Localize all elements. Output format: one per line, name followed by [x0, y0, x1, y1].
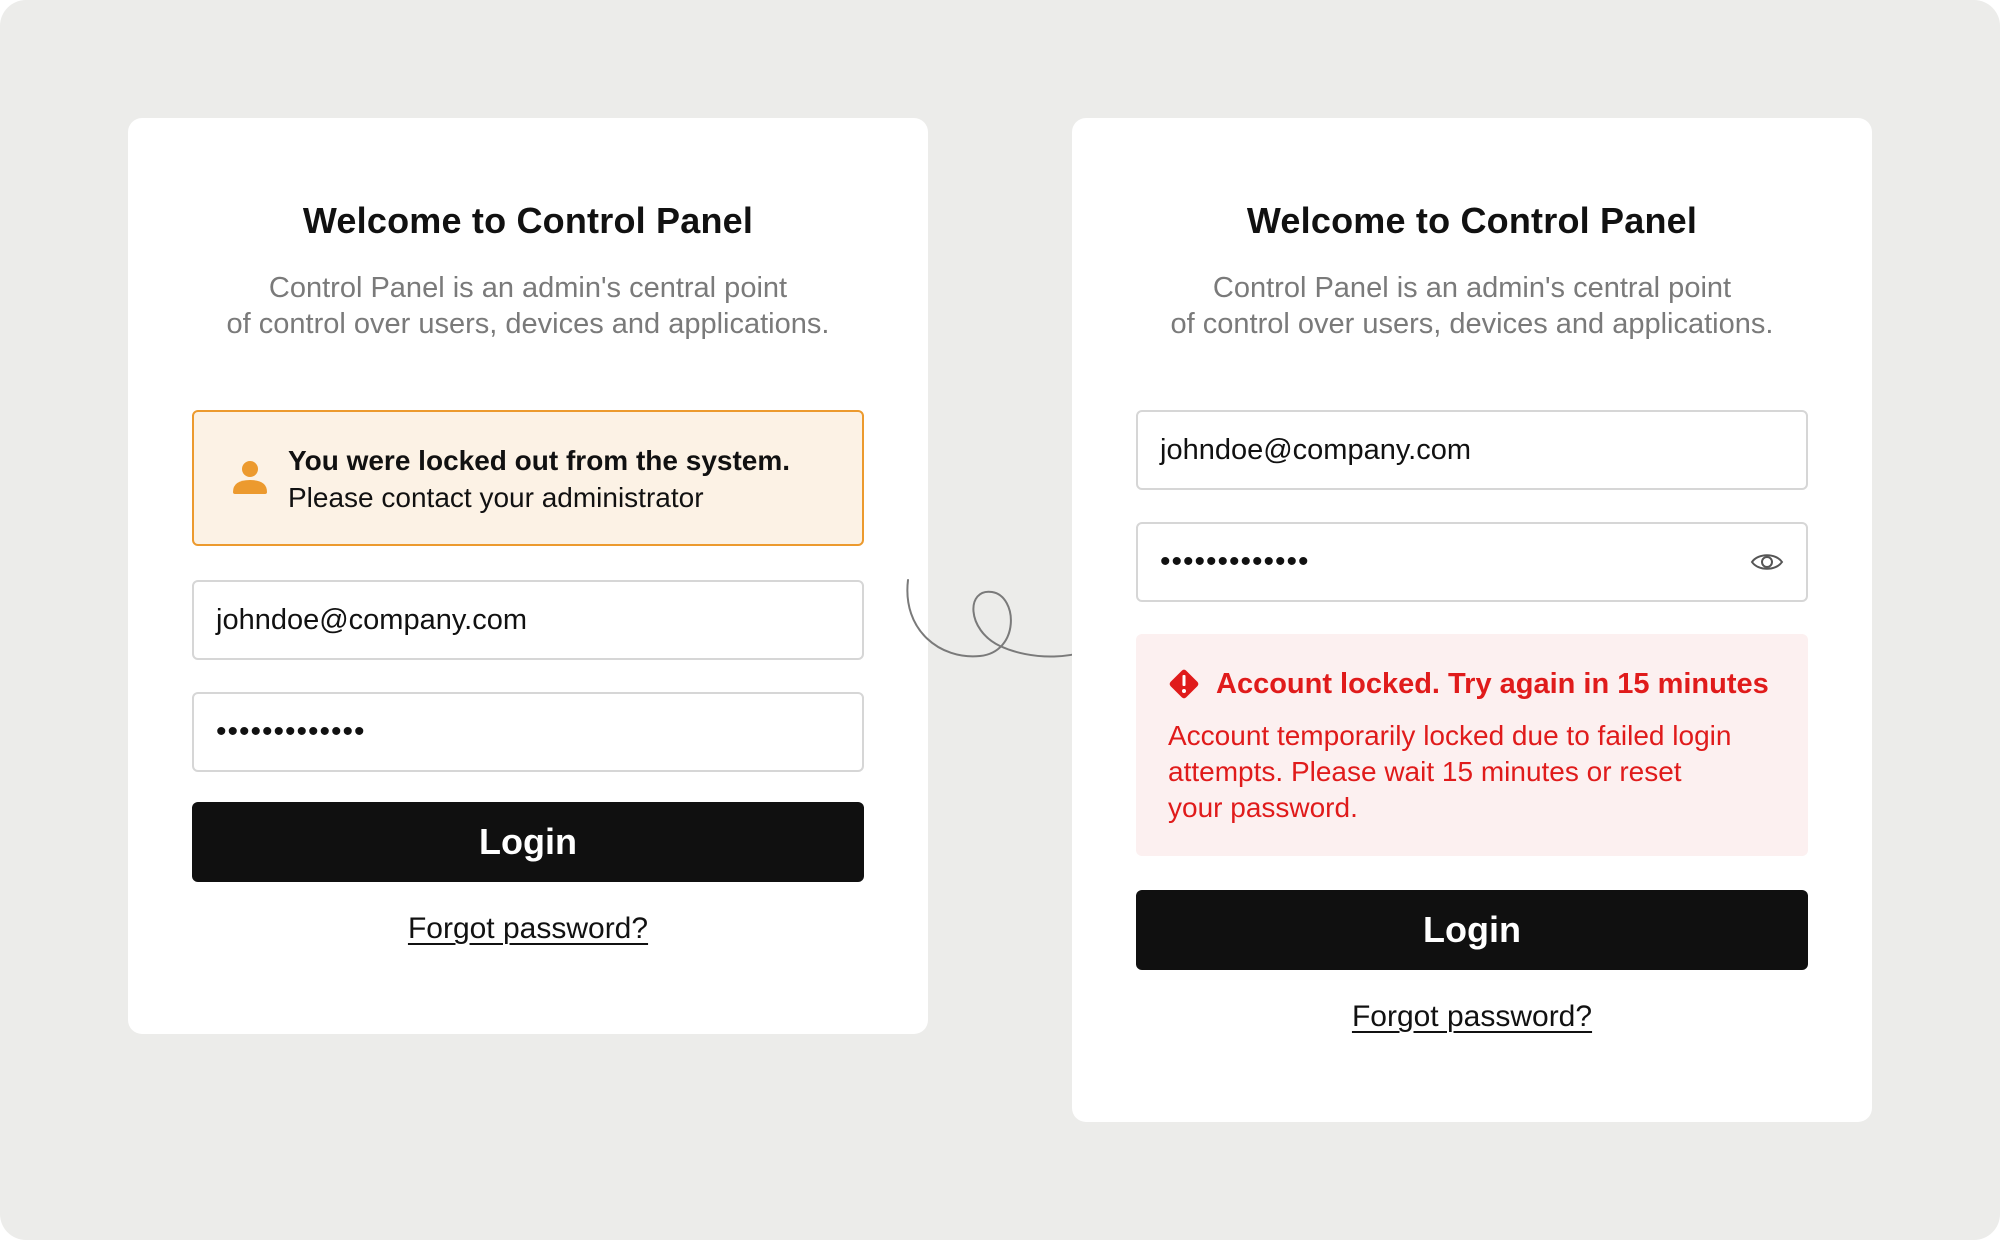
page-title: Welcome to Control Panel	[1246, 200, 1698, 241]
notice-message: Please contact your administrator	[288, 482, 704, 513]
subtitle-line: Control Panel is an admin's central poin…	[268, 272, 788, 304]
account-locked-error: Account locked. Try again in 15 minutes …	[1136, 634, 1808, 856]
error-title: Account locked. Try again in 15 minutes	[1216, 668, 1769, 700]
subtitle-line: of control over users, devices and appli…	[226, 308, 830, 340]
login-button[interactable]: Login	[192, 802, 864, 882]
page-title: Welcome to Control Panel	[302, 200, 754, 241]
password-field[interactable]: •••••••••••••	[192, 692, 864, 772]
error-line: your password.	[1168, 792, 1358, 823]
error-line: Account temporarily locked due to failed…	[1168, 720, 1732, 751]
subtitle-line: Control Panel is an admin's central poin…	[1212, 272, 1732, 304]
forgot-password-row: Forgot password?	[128, 912, 928, 946]
notice-heading: You were locked out from the system.	[288, 445, 791, 476]
login-card-account-locked: Welcome to Control Panel Control Panel i…	[1072, 118, 1872, 1122]
forgot-password-link[interactable]: Forgot password?	[408, 912, 648, 945]
user-icon	[230, 458, 270, 498]
email-field[interactable]: johndoe@company.com	[1136, 410, 1808, 490]
canvas-background: Welcome to Control Panel Control Panel i…	[0, 0, 2000, 1240]
subtitle-line: of control over users, devices and appli…	[1170, 308, 1774, 340]
forgot-password-link[interactable]: Forgot password?	[1352, 1000, 1592, 1033]
password-field[interactable]: •••••••••••••	[1136, 522, 1808, 602]
password-value: •••••••••••••	[1160, 545, 1310, 578]
locked-out-notice: You were locked out from the system. Ple…	[192, 410, 864, 546]
password-value: •••••••••••••	[216, 715, 366, 748]
page-subtitle: Control Panel is an admin's central poin…	[1072, 270, 1872, 342]
email-value: johndoe@company.com	[216, 603, 528, 636]
login-button[interactable]: Login	[1136, 890, 1808, 970]
email-value: johndoe@company.com	[1160, 433, 1472, 466]
email-field[interactable]: johndoe@company.com	[192, 580, 864, 660]
forgot-password-row: Forgot password?	[1072, 1000, 1872, 1034]
eye-icon[interactable]	[1750, 545, 1784, 579]
alert-diamond-icon	[1166, 666, 1202, 702]
error-line: attempts. Please wait 15 minutes or rese…	[1168, 756, 1682, 787]
login-card-locked-out: Welcome to Control Panel Control Panel i…	[128, 118, 928, 1034]
notice-text: You were locked out from the system. Ple…	[288, 442, 790, 516]
page-subtitle: Control Panel is an admin's central poin…	[128, 270, 928, 342]
error-message: Account temporarily locked due to failed…	[1168, 718, 1788, 826]
